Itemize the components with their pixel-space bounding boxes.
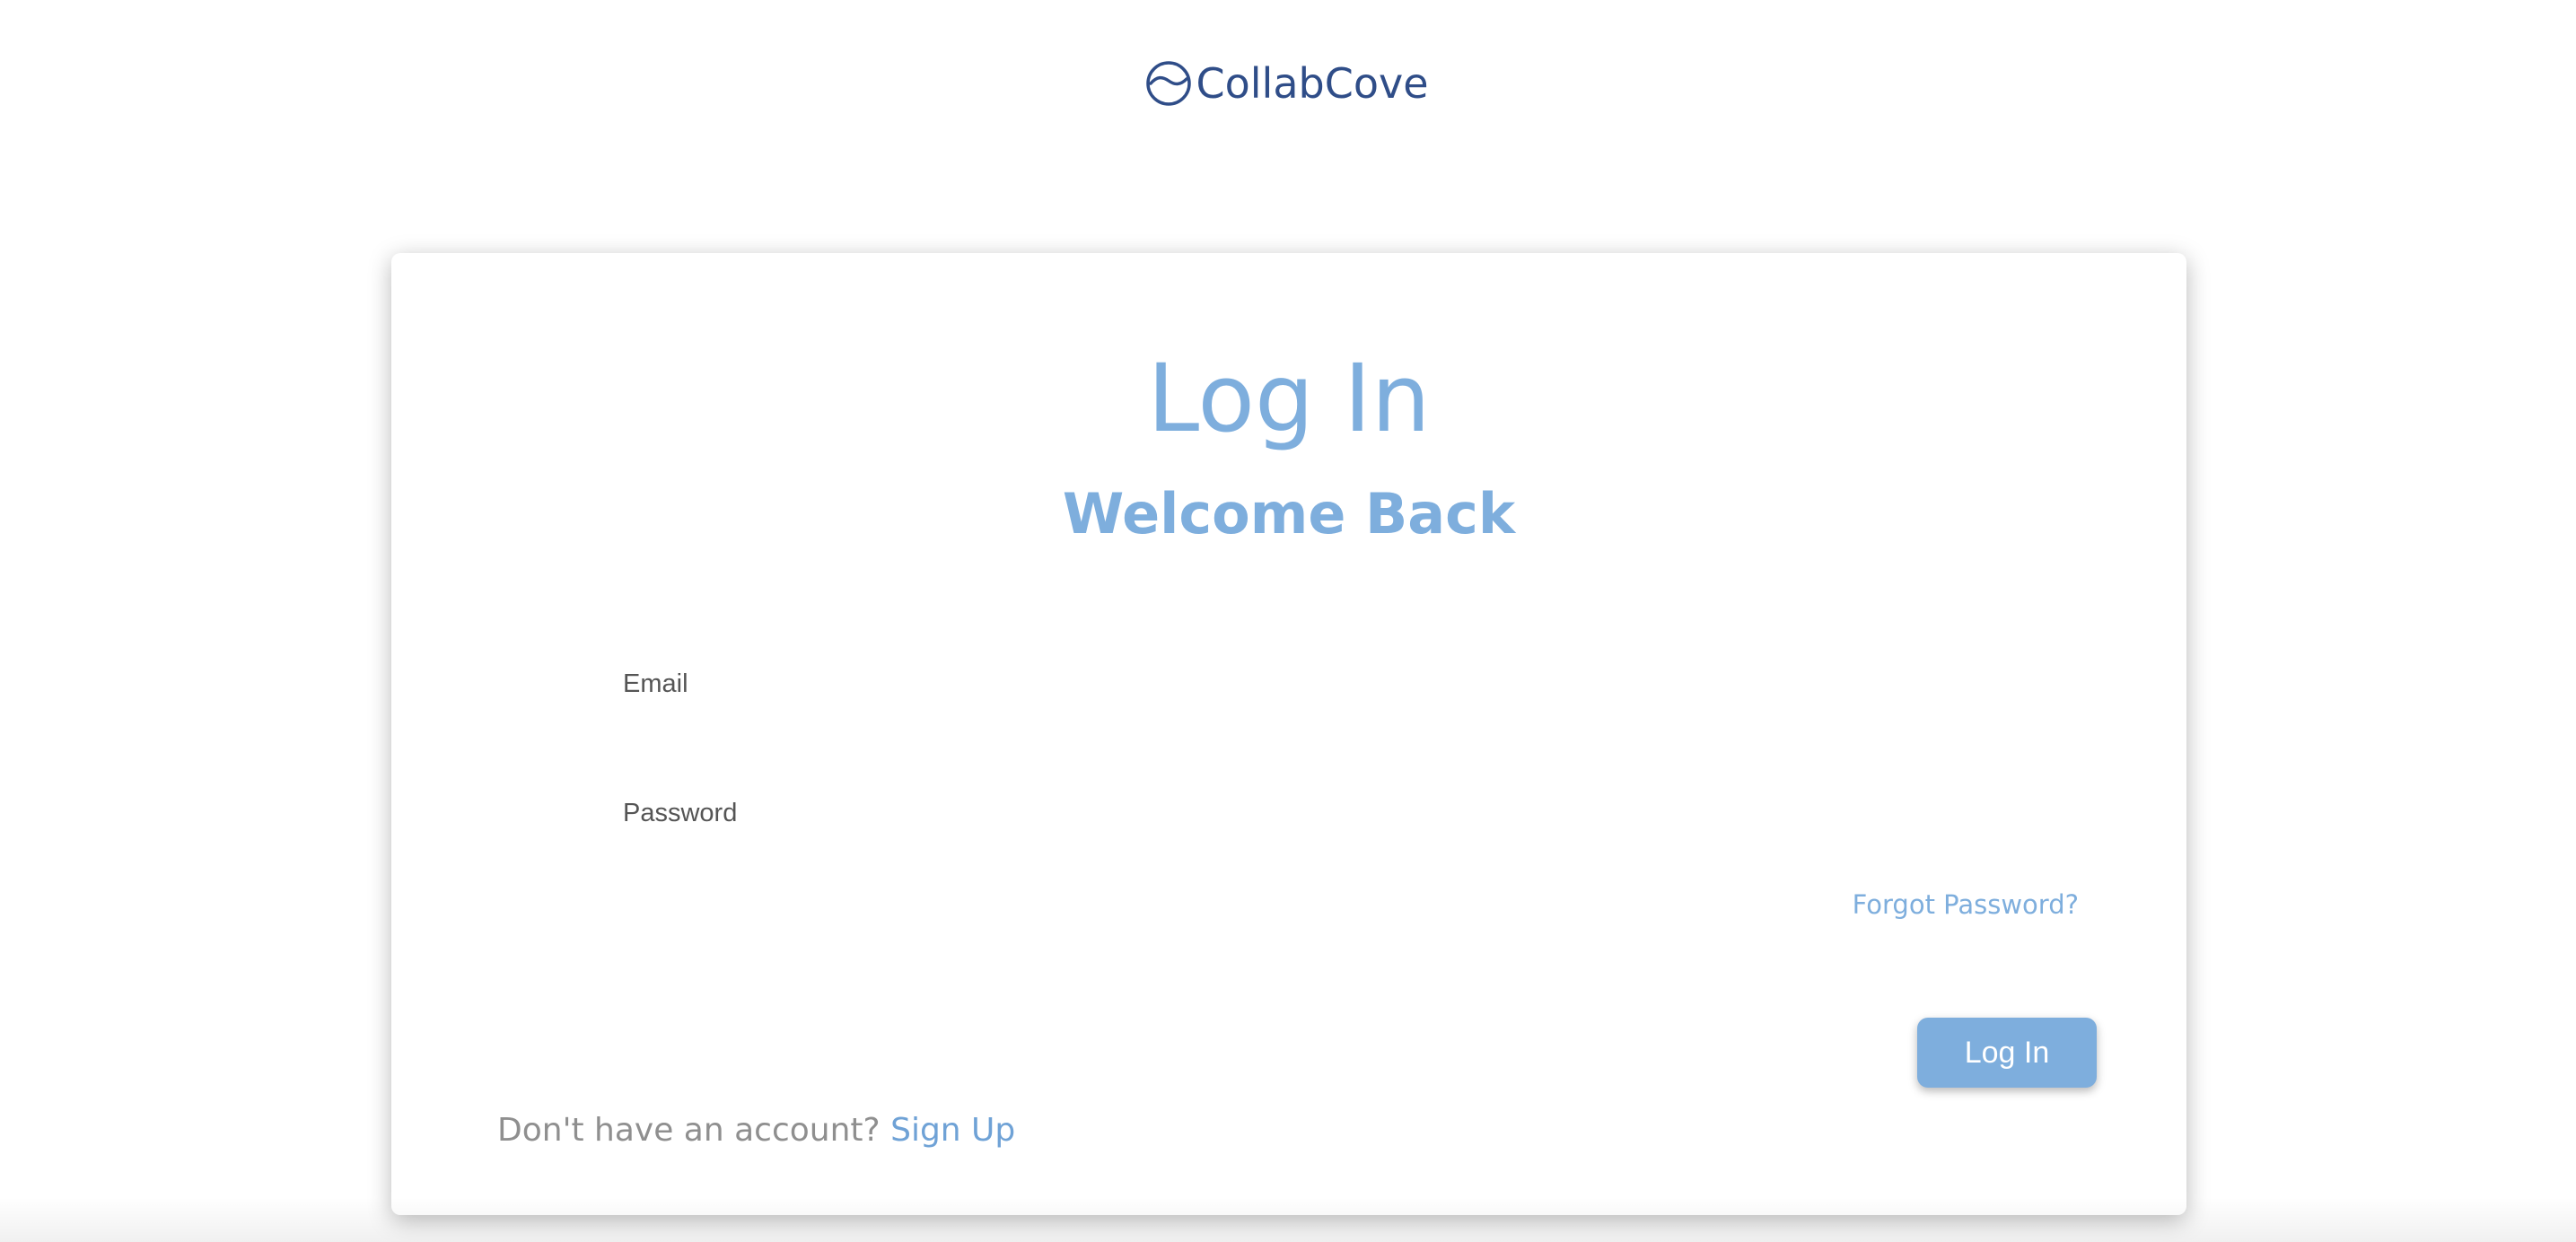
forgot-password-link[interactable]: Forgot Password? — [1853, 892, 2079, 918]
email-label: Email — [623, 669, 688, 698]
email-field-group: Email — [623, 671, 1951, 742]
page-subtitle: Welcome Back — [1062, 481, 1516, 547]
brand-logo-link[interactable]: CollabCove — [1144, 59, 1429, 108]
brand-name: CollabCove — [1196, 59, 1429, 108]
sign-up-link[interactable]: Sign Up — [890, 1112, 1015, 1149]
login-card: Log In Welcome Back Email Password Forgo… — [391, 253, 2186, 1215]
password-field-group: Password — [623, 800, 1951, 871]
wave-circle-logo-icon — [1145, 61, 1191, 106]
page-bottom-shade — [0, 1197, 2576, 1242]
signup-row: Don't have an account? Sign Up — [497, 1115, 1015, 1147]
log-in-button[interactable]: Log In — [1917, 1018, 2097, 1088]
page-title: Log In — [1147, 344, 1431, 453]
password-field[interactable] — [623, 835, 1951, 871]
brand-header: CollabCove — [0, 59, 2576, 108]
email-field[interactable] — [623, 706, 1951, 742]
signup-prompt: Don't have an account? — [497, 1112, 881, 1149]
password-label: Password — [623, 799, 738, 827]
